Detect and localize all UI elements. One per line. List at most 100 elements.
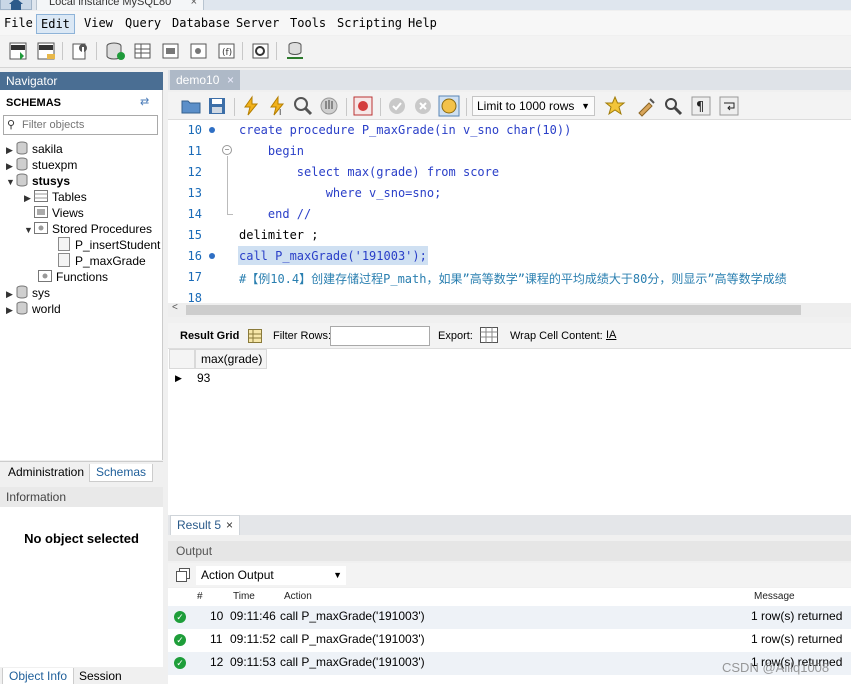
- procedure-item[interactable]: P_maxGrade: [58, 253, 146, 269]
- tree-item-label: Stored Procedures: [52, 222, 153, 236]
- editor-horizontal-scrollbar[interactable]: <: [168, 302, 851, 317]
- menu-database[interactable]: Database: [168, 14, 234, 34]
- copy-icon[interactable]: [176, 568, 190, 582]
- tree-item-views[interactable]: Views: [34, 205, 84, 221]
- output-mode-value: Action Output: [201, 568, 274, 582]
- toolbar-separator: [62, 42, 63, 60]
- code-line-13: where v_sno=sno;: [239, 186, 442, 200]
- tab-administration[interactable]: Administration: [2, 464, 90, 482]
- procedure-item[interactable]: P_insertStudent: [58, 237, 160, 253]
- execute-current-icon[interactable]: I: [266, 95, 288, 117]
- create-table-icon[interactable]: [132, 40, 154, 62]
- menu-view[interactable]: View: [80, 14, 117, 34]
- find-icon[interactable]: [662, 95, 684, 117]
- grid-view-icon[interactable]: [248, 329, 262, 343]
- create-view-icon[interactable]: [160, 40, 182, 62]
- filter-objects-field[interactable]: ⚲: [3, 115, 158, 135]
- scroll-left-icon[interactable]: <: [172, 302, 178, 313]
- tab-label: demo10: [176, 73, 220, 87]
- schema-item-sakila[interactable]: ▶ sakila: [6, 141, 63, 157]
- tab-result-grid[interactable]: Result Grid: [180, 330, 239, 342]
- function-folder-icon: [38, 270, 52, 282]
- create-procedure-icon[interactable]: [188, 40, 210, 62]
- menu-server[interactable]: Server: [232, 14, 283, 34]
- toolbar-separator: [380, 98, 381, 116]
- line-number: 17: [187, 270, 202, 284]
- toolbar-separator: [242, 42, 243, 60]
- schema-item-stuexpm[interactable]: ▶ stuexpm: [6, 157, 77, 173]
- column-header[interactable]: max(grade): [195, 349, 267, 369]
- scrollbar-thumb[interactable]: [186, 305, 801, 315]
- expand-icon[interactable]: ▶: [6, 142, 16, 158]
- output-time: 09:11:52: [230, 632, 276, 646]
- collapse-icon[interactable]: ▼: [6, 174, 16, 190]
- filter-objects-input[interactable]: [22, 117, 154, 133]
- expand-icon[interactable]: ▶: [6, 302, 16, 318]
- schemas-title: SCHEMAS: [6, 97, 62, 109]
- grid-cell[interactable]: 93: [197, 369, 210, 387]
- menu-edit[interactable]: Edit: [36, 14, 75, 34]
- open-folder-icon[interactable]: [180, 95, 202, 117]
- expand-icon[interactable]: ▶: [24, 190, 34, 206]
- new-sql-tab-icon[interactable]: [8, 40, 30, 62]
- schema-item-world[interactable]: ▶ world: [6, 301, 61, 317]
- tree-item-stored-procedures[interactable]: ▼ Stored Procedures: [24, 221, 152, 237]
- menu-scripting[interactable]: Scripting: [333, 14, 406, 34]
- output-row[interactable]: ✓ 10 09:11:46 call P_maxGrade('191003') …: [168, 606, 851, 629]
- tree-item-tables[interactable]: ▶ Tables: [24, 189, 87, 205]
- home-button[interactable]: [0, 0, 32, 10]
- procedure-icon: [58, 253, 70, 267]
- save-icon[interactable]: [206, 95, 228, 117]
- tab-object-info[interactable]: Object Info: [2, 668, 75, 684]
- tab-session[interactable]: Session: [73, 668, 128, 684]
- output-row[interactable]: ✓ 11 09:11:52 call P_maxGrade('191003') …: [168, 629, 851, 652]
- inspector-icon[interactable]: [70, 40, 92, 62]
- home-icon: [9, 0, 23, 10]
- beautify-icon[interactable]: [636, 95, 658, 117]
- create-schema-icon[interactable]: [104, 40, 126, 62]
- close-icon[interactable]: ×: [227, 70, 234, 90]
- limit-rows-select[interactable]: Limit to 1000 rows ▼: [472, 96, 595, 116]
- filter-rows-input[interactable]: [330, 326, 430, 346]
- commit-icon[interactable]: [386, 95, 408, 117]
- output-mode-select[interactable]: Action Output ▼: [196, 566, 346, 585]
- rollback-icon[interactable]: [412, 95, 434, 117]
- open-sql-file-icon[interactable]: [36, 40, 58, 62]
- collapse-icon[interactable]: ▼: [24, 222, 34, 238]
- connection-tab[interactable]: Local instance MySQL80 ×: [36, 0, 204, 10]
- menu-bar: File Edit View Query Database Server Too…: [0, 11, 851, 35]
- autocommit-icon[interactable]: [438, 95, 460, 117]
- execute-icon[interactable]: [240, 95, 262, 117]
- menu-query[interactable]: Query: [121, 14, 165, 34]
- wrap-cell-icon[interactable]: IA: [606, 329, 616, 341]
- refresh-icon[interactable]: ⇄: [140, 95, 152, 108]
- close-icon[interactable]: ×: [226, 516, 233, 534]
- tab-result-5[interactable]: Result 5 ×: [170, 515, 240, 535]
- sql-editor[interactable]: 10 11 12 13 14 15 16 17 18 − create proc…: [168, 120, 851, 303]
- tab-schemas[interactable]: Schemas: [89, 464, 154, 482]
- explain-icon[interactable]: [292, 95, 314, 117]
- close-icon[interactable]: ×: [191, 0, 197, 9]
- word-wrap-icon[interactable]: [718, 95, 740, 117]
- menu-help[interactable]: Help: [404, 14, 441, 34]
- add-snippet-icon[interactable]: [604, 95, 626, 117]
- output-num: 10: [210, 609, 224, 623]
- schema-item-sys[interactable]: ▶ sys: [6, 285, 50, 301]
- search-table-data-icon[interactable]: [250, 40, 272, 62]
- tree-item-functions[interactable]: Functions: [38, 269, 108, 285]
- fold-icon[interactable]: −: [222, 145, 232, 155]
- success-check-icon: ✓: [174, 634, 186, 646]
- stop-icon[interactable]: [318, 95, 340, 117]
- reconnect-icon[interactable]: [284, 40, 306, 62]
- invisible-chars-icon[interactable]: ¶: [690, 95, 712, 117]
- line-number: 14: [187, 207, 202, 221]
- schema-item-stusys[interactable]: ▼ stusys: [6, 173, 70, 189]
- toggle-continue-on-error-icon[interactable]: [352, 95, 374, 117]
- tab-demo10[interactable]: demo10 ×: [170, 70, 240, 90]
- export-icon[interactable]: [480, 327, 498, 343]
- create-function-icon[interactable]: (f): [216, 40, 238, 62]
- expand-icon[interactable]: ▶: [6, 158, 16, 174]
- expand-icon[interactable]: ▶: [6, 286, 16, 302]
- menu-file[interactable]: File: [0, 14, 37, 34]
- menu-tools[interactable]: Tools: [286, 14, 330, 34]
